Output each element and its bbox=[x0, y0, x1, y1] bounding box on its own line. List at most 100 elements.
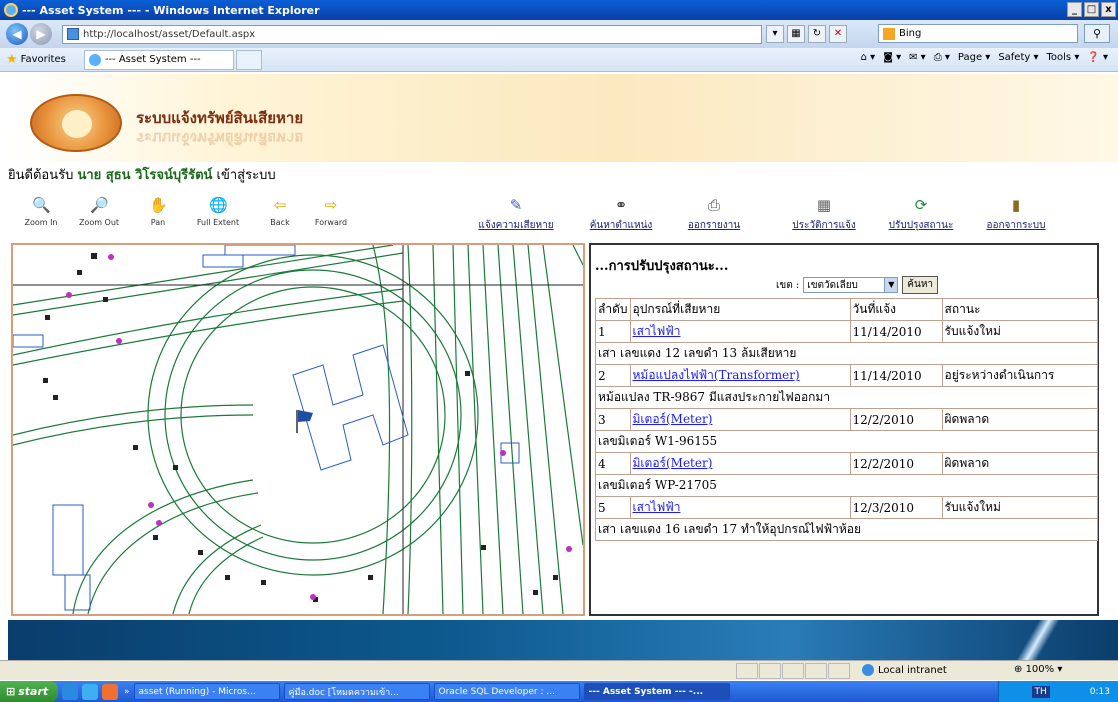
page-icon bbox=[67, 28, 79, 40]
media-quicklaunch-icon[interactable] bbox=[102, 683, 118, 700]
user-name: นาย สุธน วิโรจน์บุรีรัตน์ bbox=[77, 168, 213, 183]
refresh-icon[interactable]: ↻ bbox=[808, 25, 826, 43]
taskbar-item-asset-system[interactable]: --- Asset System --- -... bbox=[583, 683, 730, 700]
tools-menu[interactable]: Tools ▾ bbox=[1047, 52, 1080, 63]
zone-value: เขตวัดเลียบ bbox=[807, 279, 858, 291]
zoom-level[interactable]: ⊕ 100% ▾ bbox=[1014, 664, 1062, 675]
back-nav-icon[interactable]: ◀ bbox=[6, 23, 28, 45]
page-menu[interactable]: Page ▾ bbox=[958, 52, 990, 63]
taskbar-item-label: Oracle SQL Developer : ... bbox=[438, 686, 555, 697]
taskbar-item-visual-studio[interactable]: asset (Running) - Micros... bbox=[133, 683, 280, 700]
status-cell bbox=[736, 663, 758, 679]
dropdown-arrow-icon[interactable]: ▾ bbox=[766, 25, 784, 43]
zoom-out-icon: 🔎 bbox=[90, 196, 109, 214]
selected-location-flag-icon bbox=[296, 410, 313, 433]
print-report-link[interactable]: ⎙ ออกรายงาน bbox=[684, 190, 744, 233]
zone-filter: เขต : เขตวัดเลียบ ▼ ค้นหา bbox=[776, 276, 939, 294]
equipment-link[interactable]: มิเตอร์(Meter) bbox=[633, 456, 713, 470]
arrow-left-icon: ⇦ bbox=[273, 196, 287, 214]
detail-text: เสา เลขแดง 16 เลขดำ 17 ทำให้อุปกรณ์ไฟฟ้า… bbox=[595, 518, 1098, 541]
zoom-in-label: Zoom In bbox=[24, 218, 58, 227]
printer-icon: ⎙ bbox=[707, 196, 720, 214]
map-canvas bbox=[13, 245, 583, 614]
zoom-out-tool[interactable]: 🔎 Zoom Out bbox=[74, 190, 124, 227]
taskbar-item-label: --- Asset System --- -... bbox=[588, 686, 704, 697]
report-date: 12/3/2010 bbox=[849, 496, 943, 519]
security-zone[interactable]: Local intranet bbox=[862, 664, 947, 676]
help-icon[interactable]: ❓ ▾ bbox=[1087, 52, 1108, 63]
globe-icon: 🌐 bbox=[209, 196, 228, 214]
report-damage-link[interactable]: ✎ แจ้งความเสียหาย bbox=[470, 190, 562, 233]
bing-icon bbox=[883, 27, 895, 40]
ie-quicklaunch-icon[interactable] bbox=[82, 683, 98, 700]
more-quicklaunch-icon[interactable]: » bbox=[124, 687, 130, 697]
stop-icon[interactable]: ✕ bbox=[829, 25, 847, 43]
feeds-icon[interactable]: ◙ ▾ bbox=[883, 52, 901, 63]
equipment-link[interactable]: หม้อแปลงไฟฟ้า(Transformer) bbox=[633, 368, 800, 382]
detail-row: เลขมิเตอร์ W1-96155 bbox=[595, 430, 1098, 453]
start-label: start bbox=[18, 685, 49, 698]
equipment-link[interactable]: มิเตอร์(Meter) bbox=[633, 412, 713, 426]
forward-nav-icon[interactable]: ▶ bbox=[30, 23, 52, 45]
search-value: Bing bbox=[899, 28, 922, 39]
update-status-link[interactable]: ⟳ ปรับปรุงสถานะ bbox=[884, 190, 958, 233]
print-report-label: ออกรายงาน bbox=[687, 220, 741, 231]
full-extent-label: Full Extent bbox=[196, 218, 240, 227]
favorites-bar: ★ Favorites --- Asset System --- ⌂ ▾ ◙ ▾… bbox=[0, 48, 1118, 72]
table-row: 2 หม้อแปลงไฟฟ้า(Transformer) 11/14/2010 … bbox=[595, 364, 1099, 387]
column-header: ลำดับ bbox=[595, 298, 631, 321]
zone-search-button[interactable]: ค้นหา bbox=[902, 276, 939, 294]
show-desktop-icon[interactable] bbox=[62, 683, 78, 700]
map-viewport[interactable] bbox=[11, 243, 585, 616]
back-tool[interactable]: ⇦ Back bbox=[260, 190, 300, 227]
zone-text: Local intranet bbox=[878, 664, 947, 676]
favorites-label[interactable]: Favorites bbox=[21, 54, 66, 65]
status-cell bbox=[782, 663, 804, 679]
report-damage-label: แจ้งความเสียหาย bbox=[478, 220, 554, 231]
status-value: รับแจ้งใหม่ bbox=[941, 320, 1099, 343]
ie-logo-icon bbox=[4, 3, 18, 17]
new-tab-button[interactable] bbox=[235, 49, 262, 70]
login-link[interactable]: เข้าสู่ระบบ bbox=[217, 168, 276, 183]
minimize-button[interactable]: _ bbox=[1067, 2, 1082, 17]
search-location-link[interactable]: ⚭ ค้นหาตำแหน่ง bbox=[582, 190, 660, 233]
taskbar-item-word-doc[interactable]: คู่มือ.doc [โหมดความเข้า... bbox=[283, 683, 430, 700]
back-label: Back bbox=[270, 218, 290, 227]
report-date: 12/2/2010 bbox=[849, 452, 943, 475]
zoom-in-tool[interactable]: 🔍 Zoom In bbox=[16, 190, 66, 227]
tab-asset-system[interactable]: --- Asset System --- bbox=[83, 49, 234, 70]
detail-row: หม้อแปลง TR-9867 มีแสงประกายไฟออกมา bbox=[595, 386, 1098, 409]
update-status-label: ปรับปรุงสถานะ bbox=[888, 220, 954, 231]
close-button[interactable]: x bbox=[1101, 2, 1116, 17]
mail-icon[interactable]: ✉ ▾ bbox=[909, 52, 926, 63]
full-extent-tool[interactable]: 🌐 Full Extent bbox=[190, 190, 246, 227]
safety-menu[interactable]: Safety ▾ bbox=[998, 52, 1038, 63]
home-icon[interactable]: ⌂ ▾ bbox=[861, 52, 876, 63]
address-url: http://localhost/asset/Default.aspx bbox=[83, 28, 256, 40]
favorites-star-icon[interactable]: ★ bbox=[6, 52, 18, 67]
taskbar-item-label: คู่มือ.doc [โหมดความเข้า... bbox=[288, 687, 399, 698]
edit-pencil-icon: ✎ bbox=[509, 196, 523, 214]
maximize-button[interactable]: □ bbox=[1084, 2, 1099, 17]
table-header-row: ลำดับ อุปกรณ์ที่เสียหาย วันที่แจ้ง สถานะ bbox=[595, 298, 1099, 321]
forward-tool[interactable]: ⇨ Forward bbox=[306, 190, 356, 227]
history-link[interactable]: ▦ ประวัติการแจ้ง bbox=[786, 190, 862, 233]
taskbar-item-sql-developer[interactable]: Oracle SQL Developer : ... bbox=[433, 683, 580, 700]
search-icon[interactable]: ⚲ bbox=[1084, 24, 1110, 43]
language-indicator[interactable]: TH bbox=[1031, 685, 1050, 698]
compat-view-icon[interactable]: ▦ bbox=[787, 25, 805, 43]
logout-link[interactable]: ▮ ออกจากระบบ bbox=[978, 190, 1054, 233]
calendar-icon: ▦ bbox=[816, 196, 832, 214]
search-input[interactable]: Bing bbox=[878, 24, 1078, 43]
address-input[interactable]: http://localhost/asset/Default.aspx bbox=[62, 24, 762, 44]
equipment-link[interactable]: เสาไฟฟ้า bbox=[633, 500, 681, 514]
start-button[interactable]: ⊞ start bbox=[0, 681, 58, 702]
pan-tool[interactable]: ✋ Pan bbox=[138, 190, 178, 227]
zone-select[interactable]: เขตวัดเลียบ ▼ bbox=[803, 277, 899, 293]
detail-row: เสา เลขแดง 12 เลขดำ 13 ล้มเสียหาย bbox=[595, 342, 1098, 365]
zoom-text: 100% bbox=[1025, 664, 1055, 675]
equipment-link[interactable]: เสาไฟฟ้า bbox=[633, 324, 681, 338]
windows-logo-icon: ⊞ bbox=[6, 685, 16, 698]
browser-status-bar: Local intranet ⊕ 100% ▾ bbox=[0, 660, 1118, 680]
print-icon[interactable]: ⎙ ▾ bbox=[934, 52, 950, 63]
